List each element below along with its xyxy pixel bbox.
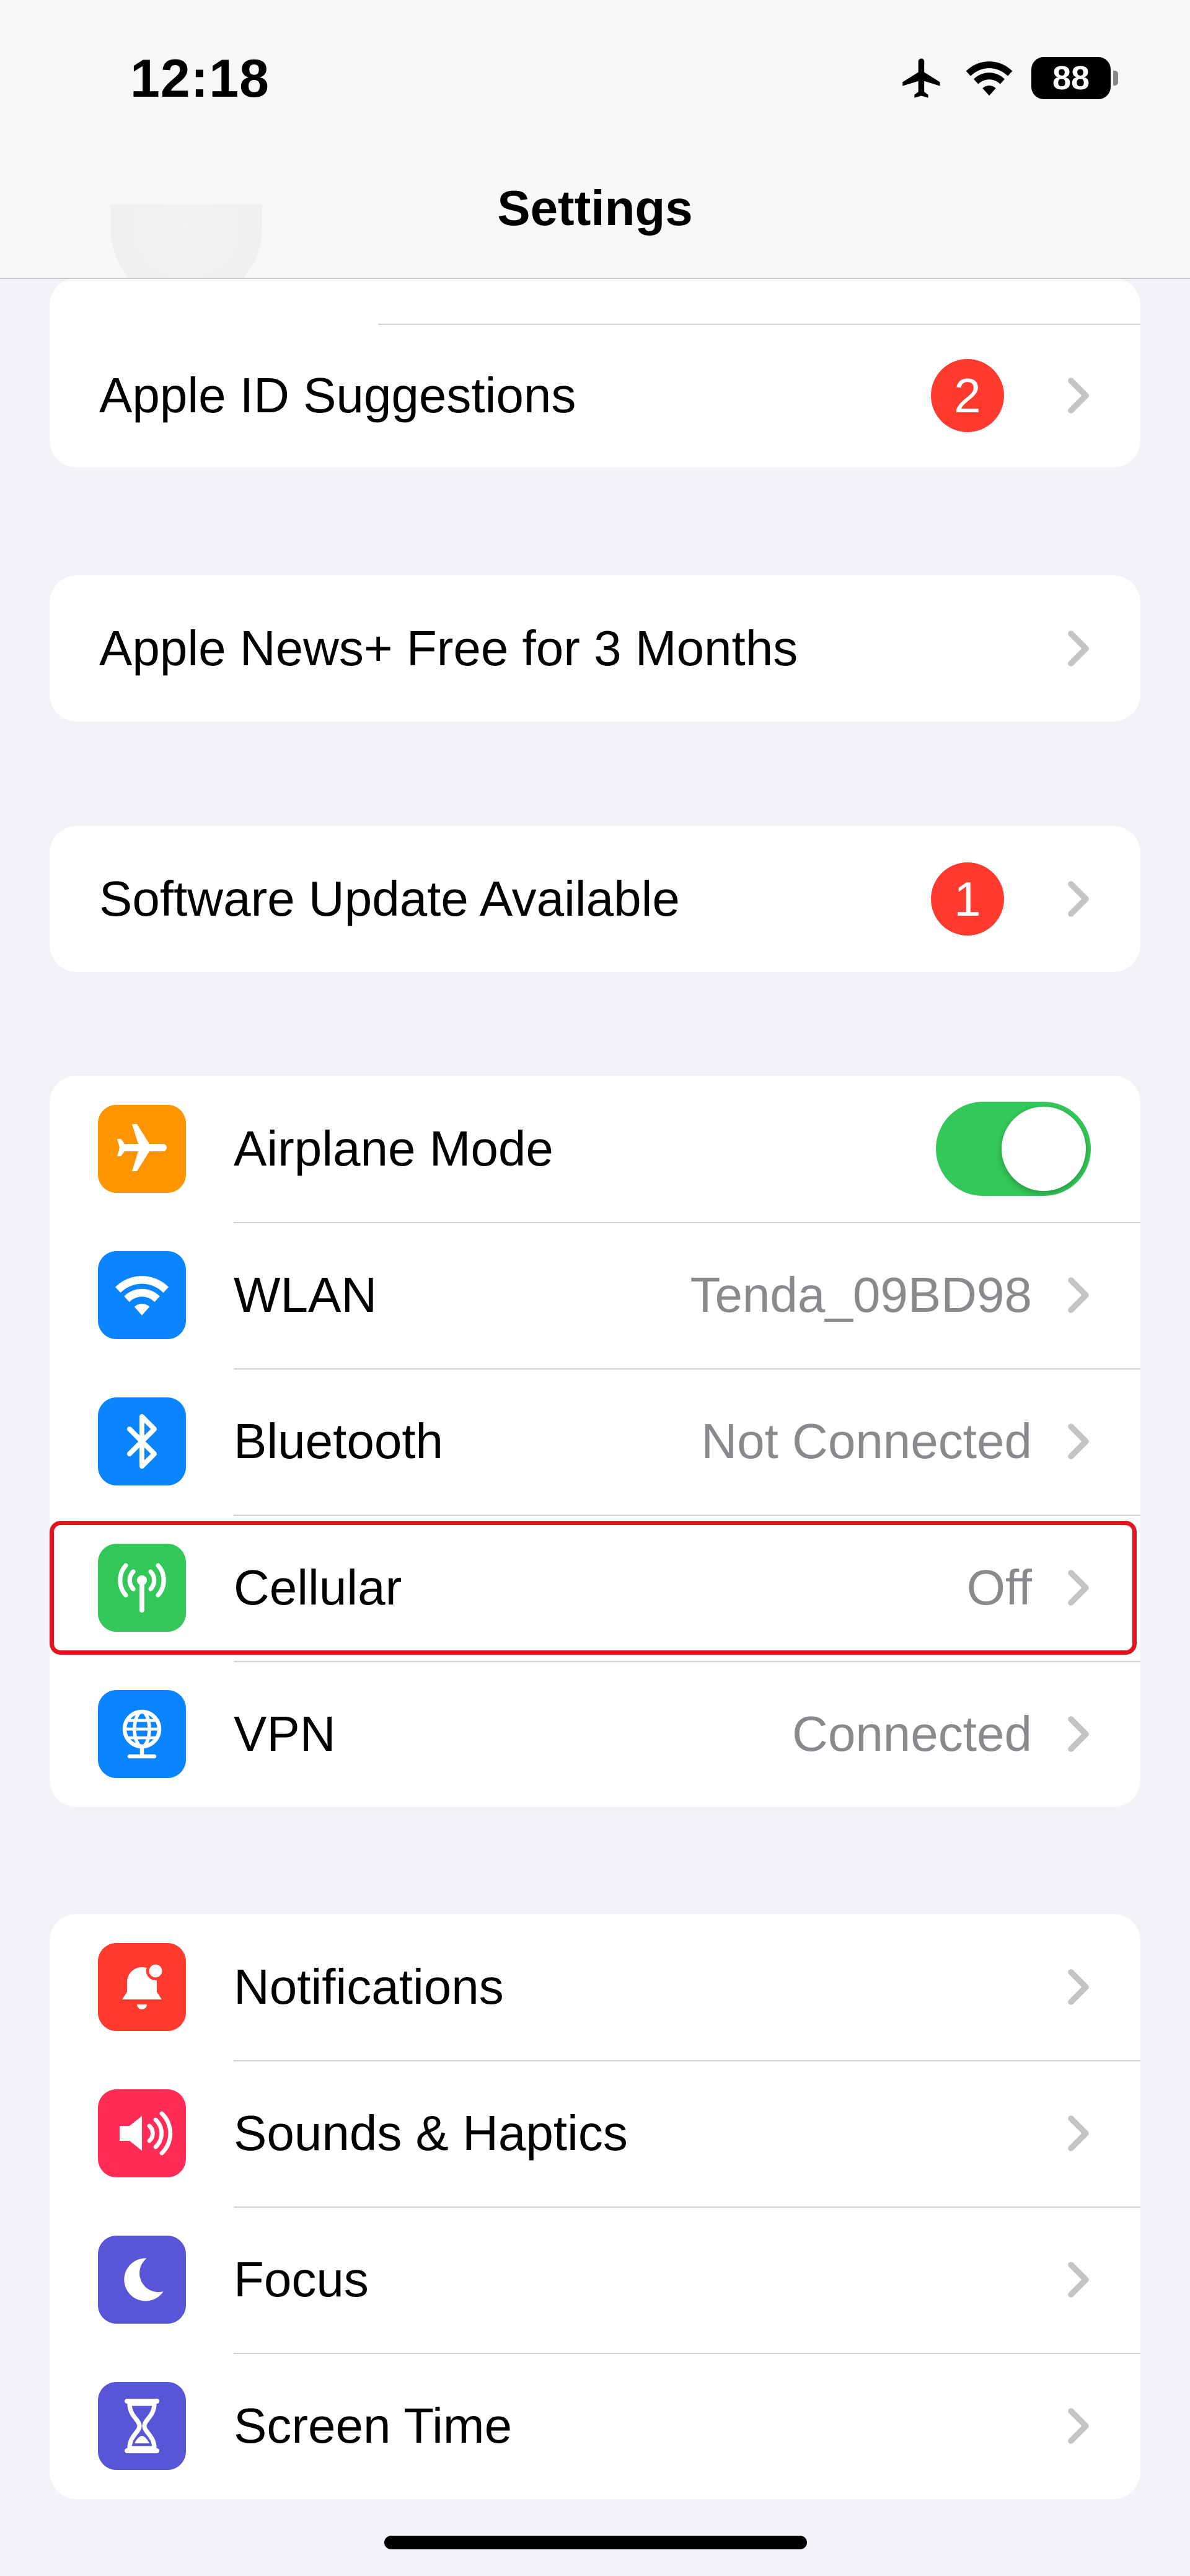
row-label: Software Update Available (99, 871, 680, 926)
row-label: Apple News+ Free for 3 Months (99, 621, 798, 676)
screen-time-row[interactable]: Screen Time (50, 2353, 1140, 2499)
status-bar: 12:18 88 (0, 0, 1190, 155)
news-offer-group: Apple News+ Free for 3 Months (50, 575, 1140, 722)
chevron-right-icon (1068, 2262, 1089, 2298)
speaker-icon (120, 2111, 173, 2156)
cellular-tile (98, 1544, 186, 1632)
apple-news-offer-row[interactable]: Apple News+ Free for 3 Months (50, 575, 1140, 722)
notifications-row[interactable]: Notifications (50, 1914, 1140, 2060)
airplane-icon (902, 58, 940, 98)
bluetooth-tile (98, 1397, 186, 1485)
cellular-row[interactable]: Cellular Off (50, 1515, 1140, 1661)
vpn-row[interactable]: VPN Connected (50, 1661, 1140, 1807)
account-group: Apple ID Suggestions 2 (50, 278, 1140, 467)
chevron-right-icon (1068, 2408, 1089, 2444)
row-label: Notifications (234, 1959, 504, 2014)
row-label: Airplane Mode (234, 1121, 553, 1176)
software-update-group: Software Update Available 1 (50, 826, 1140, 972)
sounds-tile (98, 2089, 186, 2177)
airplane-mode-tile (98, 1105, 186, 1193)
wifi-icon (115, 1276, 169, 1316)
focus-tile (98, 2236, 186, 2324)
wlan-tile (98, 1251, 186, 1339)
row-value: Connected (792, 1706, 1032, 1761)
notifications-tile (98, 1943, 186, 2031)
chevron-right-icon (1068, 881, 1089, 917)
chevron-right-icon (1068, 378, 1089, 414)
chevron-right-icon (1068, 1423, 1089, 1459)
chevron-right-icon (1068, 1969, 1089, 2005)
cellular-antenna-icon (118, 1563, 166, 1613)
navigation-bar: Settings (0, 155, 1190, 279)
chevron-right-icon (1068, 1716, 1089, 1752)
notification-badge: 1 (931, 862, 1004, 936)
row-label: Sounds & Haptics (234, 2105, 628, 2161)
focus-row[interactable]: Focus (50, 2206, 1140, 2353)
software-update-row[interactable]: Software Update Available 1 (50, 826, 1140, 972)
status-time: 12:18 (130, 49, 270, 108)
row-label: Apple ID Suggestions (99, 368, 576, 423)
row-value: Off (966, 1560, 1032, 1615)
airplane-icon (117, 1124, 167, 1171)
chevron-right-icon (1068, 2115, 1089, 2151)
notification-badge: 2 (931, 359, 1004, 432)
page-title: Settings (497, 180, 693, 236)
sounds-haptics-row[interactable]: Sounds & Haptics (50, 2060, 1140, 2206)
general-group: Notifications Sounds & Haptics Focus Scr… (50, 1914, 1140, 2499)
wifi-icon (966, 61, 1013, 96)
wlan-row[interactable]: WLAN Tenda_09BD98 (50, 1222, 1140, 1368)
moon-icon (124, 2258, 164, 2301)
battery-level: 88 (1052, 60, 1090, 97)
vpn-tile (98, 1690, 186, 1778)
vpn-globe-icon (122, 1709, 162, 1759)
connectivity-group: Airplane Mode WLAN Tenda_09BD98 Bluetoot… (50, 1076, 1140, 1807)
screen-time-tile (98, 2382, 186, 2470)
row-label: Focus (234, 2252, 369, 2307)
home-indicator[interactable] (384, 2536, 807, 2549)
battery-icon: 88 (1031, 57, 1118, 99)
row-label: Cellular (234, 1560, 402, 1615)
row-label: Screen Time (234, 2398, 513, 2453)
notification-bell-icon (122, 1961, 165, 2009)
row-label: WLAN (234, 1267, 377, 1322)
chevron-right-icon (1068, 1570, 1089, 1606)
toggle-knob (1002, 1107, 1086, 1191)
row-value: Not Connected (701, 1414, 1032, 1469)
row-label: Bluetooth (234, 1414, 444, 1469)
row-value: Tenda_09BD98 (690, 1267, 1032, 1322)
hourglass-icon (125, 2399, 159, 2453)
airplane-mode-toggle[interactable] (936, 1102, 1091, 1196)
row-label: VPN (234, 1706, 336, 1761)
chevron-right-icon (1068, 631, 1089, 666)
airplane-mode-row: Airplane Mode (50, 1076, 1140, 1222)
chevron-right-icon (1068, 1277, 1089, 1313)
bluetooth-row[interactable]: Bluetooth Not Connected (50, 1368, 1140, 1515)
status-icons: 88 (897, 55, 1118, 102)
bluetooth-icon (127, 1414, 157, 1469)
apple-id-suggestions-row[interactable]: Apple ID Suggestions 2 (50, 322, 1140, 467)
